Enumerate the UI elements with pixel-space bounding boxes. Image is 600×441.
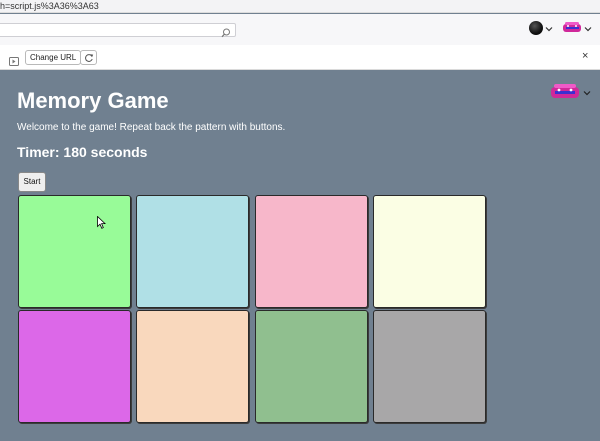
page-title: Memory Game xyxy=(17,88,169,113)
tile-button[interactable] xyxy=(136,310,249,423)
timer-text: Timer: 180 seconds xyxy=(17,144,148,160)
tile-button[interactable] xyxy=(18,310,131,423)
address-input[interactable] xyxy=(0,23,236,38)
start-button[interactable]: Start xyxy=(18,172,46,192)
chevron-down-icon[interactable] xyxy=(545,25,553,33)
change-url-button[interactable]: Change URL xyxy=(25,50,82,65)
tile-button[interactable] xyxy=(136,195,249,308)
toolbar: Change URL xyxy=(0,45,600,70)
mouse-cursor-icon xyxy=(97,215,107,229)
close-icon[interactable]: × xyxy=(582,50,591,62)
avatar-icon[interactable] xyxy=(563,20,583,35)
browser-bar xyxy=(0,14,600,45)
sidebar-toggle-icon[interactable] xyxy=(9,53,19,66)
url-text: h=script.js%3A36%3A63 xyxy=(0,1,99,11)
tile-button[interactable] xyxy=(373,195,486,308)
tile-button[interactable] xyxy=(255,195,368,308)
account-globe-icon[interactable] xyxy=(529,21,543,35)
tile-button[interactable] xyxy=(373,310,486,423)
welcome-text: Welcome to the game! Repeat back the pat… xyxy=(17,122,286,133)
tile-button[interactable] xyxy=(255,310,368,423)
tile-button[interactable] xyxy=(18,195,131,308)
chevron-down-icon[interactable] xyxy=(583,89,591,97)
avatar-icon[interactable] xyxy=(551,82,581,102)
search-icon[interactable] xyxy=(221,25,231,38)
chevron-down-icon[interactable] xyxy=(584,25,592,33)
url-strip: h=script.js%3A36%3A63 xyxy=(0,0,600,13)
refresh-button[interactable] xyxy=(80,50,97,65)
